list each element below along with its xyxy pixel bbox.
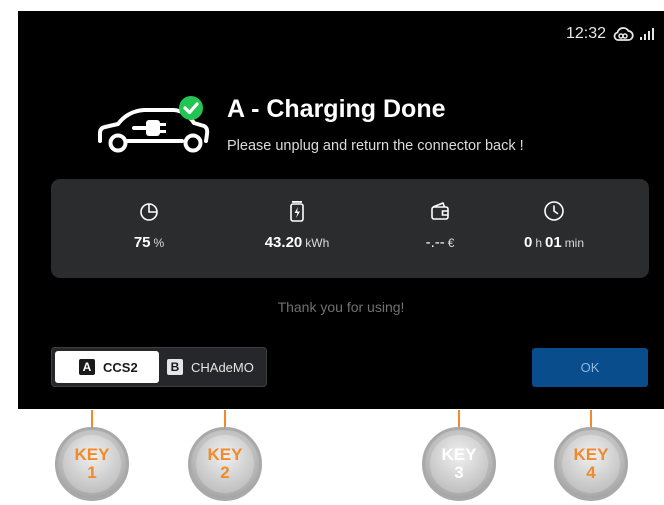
stat-cost-unit: €	[447, 236, 455, 250]
connector-switch: A CCS2 B CHAdeMO	[51, 347, 267, 387]
status-time: 12:32	[565, 25, 606, 42]
key-2-number: 2	[220, 463, 230, 482]
stat-energy-value: 43.20	[264, 234, 303, 251]
stat-soc-unit: %	[153, 236, 165, 250]
stat-duration-hours-unit: h	[535, 236, 542, 250]
stat-duration-minutes-unit: min	[564, 236, 585, 250]
connector-a-label: CCS2	[103, 359, 138, 375]
connector-b-label: CHAdeMO	[191, 359, 254, 375]
key-4-number: 4	[586, 463, 596, 482]
key-2-label: KEY	[207, 445, 243, 464]
key-1-label: KEY	[74, 445, 110, 464]
key-3-label: KEY	[441, 445, 477, 464]
stat-soc: 75%	[74, 179, 224, 278]
key-1-number: 1	[87, 463, 97, 482]
connector-tab-b[interactable]: B CHAdeMO	[165, 351, 265, 383]
battery-icon	[290, 201, 304, 222]
thank-you-message: Thank you for using!	[277, 299, 405, 315]
charger-screen: 12:32 A - Charging Done Please unplug an…	[18, 11, 664, 409]
page-title: A - Charging Done	[227, 95, 446, 123]
stat-duration-hours: 0	[523, 234, 533, 251]
connector-b-badge: B	[167, 359, 183, 375]
stat-duration-minutes: 01	[545, 234, 562, 251]
stat-energy-unit: kWh	[305, 236, 330, 250]
pie-chart-icon	[140, 203, 158, 221]
hardware-key-4[interactable]: KEY 4	[554, 427, 628, 501]
hardware-key-3[interactable]: KEY 3	[422, 427, 496, 501]
charging-stats-panel: 75% 43.20 kWh -.-- € 0 h 01 min	[51, 179, 649, 278]
signal-icon	[640, 28, 654, 40]
car-charging-done-icon	[98, 96, 210, 153]
key-4-label: KEY	[573, 445, 609, 464]
page-subtitle: Please unplug and return the connector b…	[227, 138, 524, 154]
status-bar: 12:32	[566, 24, 654, 44]
stat-cost-value: -.--	[425, 234, 445, 251]
key-3-number: 3	[454, 463, 464, 482]
wallet-icon	[431, 202, 449, 220]
stat-soc-value: 75	[133, 234, 151, 251]
stat-duration: 0 h 01 min	[479, 179, 629, 278]
hardware-key-1[interactable]: KEY 1	[55, 427, 129, 501]
stat-energy: 43.20 kWh	[222, 179, 372, 278]
connector-a-badge: A	[79, 359, 95, 375]
cloud-link-icon	[613, 27, 634, 41]
connector-tab-a[interactable]: A CCS2	[55, 351, 159, 383]
clock-icon	[544, 201, 564, 221]
hardware-key-2[interactable]: KEY 2	[188, 427, 262, 501]
ok-button[interactable]: OK	[532, 348, 648, 387]
